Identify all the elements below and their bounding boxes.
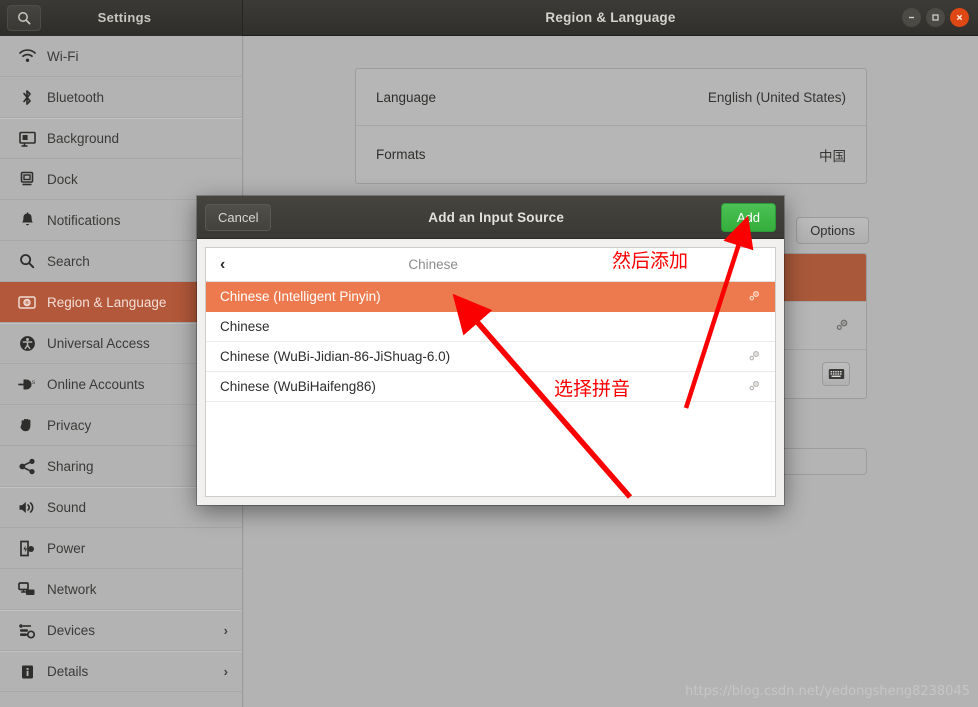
list-item-label: Chinese: [220, 319, 761, 334]
sidebar-item-label: Bluetooth: [47, 90, 242, 105]
list-item-label: Chinese (Intelligent Pinyin): [220, 289, 748, 304]
sidebar-item-devices[interactable]: Devices ›: [0, 610, 242, 651]
options-button[interactable]: Options: [796, 217, 869, 244]
screen: Settings Region & Language Wi-Fi: [0, 0, 978, 707]
devices-icon: [13, 623, 41, 639]
sharing-icon: [13, 458, 41, 475]
sidebar-item-background[interactable]: Background: [0, 118, 242, 159]
formats-label: Formats: [376, 147, 819, 162]
privacy-hand-icon: [13, 417, 41, 433]
watermark: https://blog.csdn.net/yedongsheng8238045: [685, 684, 970, 699]
sidebar-item-network[interactable]: Network: [0, 569, 242, 610]
language-label: Language: [376, 90, 708, 105]
sidebar-item-label: Power: [47, 541, 242, 556]
search-icon[interactable]: [7, 5, 41, 31]
sidebar-item-details[interactable]: Details ›: [0, 651, 242, 692]
page-title: Region & Language: [243, 10, 978, 25]
close-button[interactable]: [950, 8, 969, 27]
svg-text:s: s: [32, 380, 35, 386]
list-item[interactable]: Chinese (Intelligent Pinyin): [206, 282, 775, 312]
chevron-right-icon: ›: [224, 664, 228, 679]
list-header-title: Chinese: [225, 257, 641, 272]
bluetooth-icon: [13, 89, 41, 106]
online-accounts-icon: s: [13, 377, 41, 392]
dialog-title: Add an Input Source: [271, 210, 720, 225]
maximize-button[interactable]: [926, 8, 945, 27]
network-icon: [13, 581, 41, 597]
add-input-source-dialog: Cancel Add an Input Source Add ‹ Chinese…: [197, 196, 784, 505]
sidebar-item-power[interactable]: Power: [0, 528, 242, 569]
details-info-icon: [13, 664, 41, 680]
list-item[interactable]: Chinese: [206, 312, 775, 342]
minimize-button[interactable]: [902, 8, 921, 27]
formats-value: 中国: [819, 145, 846, 165]
formats-row[interactable]: Formats 中国: [356, 126, 866, 183]
gear-icon[interactable]: [835, 317, 850, 335]
sidebar-header: Settings: [0, 0, 243, 36]
list-item-label: Chinese (WuBiHaifeng86): [220, 379, 748, 394]
dock-icon: [13, 171, 41, 187]
language-row[interactable]: Language English (United States): [356, 69, 866, 126]
title-bar: Settings Region & Language: [0, 0, 978, 36]
cancel-button[interactable]: Cancel: [205, 204, 271, 231]
power-battery-icon: [13, 540, 41, 557]
window-controls: [902, 0, 969, 36]
gear-icon[interactable]: [748, 289, 761, 305]
sidebar-item-label: Details: [47, 664, 224, 679]
sidebar-item-label: Wi-Fi: [47, 49, 242, 64]
list-item-label: Chinese (WuBi-Jidian-86-JiShuag-6.0): [220, 349, 748, 364]
sidebar-item-bluetooth[interactable]: Bluetooth: [0, 77, 242, 118]
gear-icon[interactable]: [748, 349, 761, 365]
wifi-icon: [13, 49, 41, 63]
annotation-select-pinyin: 选择拼音: [554, 374, 630, 401]
annotation-then-add: 然后添加: [612, 246, 688, 273]
list-header: ‹ Chinese: [206, 248, 775, 282]
list-item[interactable]: Chinese (WuBiHaifeng86): [206, 372, 775, 402]
sidebar-item-label: Network: [47, 582, 242, 597]
dialog-header: Cancel Add an Input Source Add: [197, 196, 784, 239]
window-header: Region & Language: [243, 0, 978, 36]
sidebar-item-label: Background: [47, 131, 242, 146]
dialog-body: ‹ Chinese Chinese (Intelligent Pinyin) C…: [197, 239, 784, 505]
search-icon: [13, 253, 41, 269]
sidebar-item-label: Devices: [47, 623, 224, 638]
universal-access-icon: [13, 335, 41, 352]
add-button[interactable]: Add: [721, 203, 776, 232]
gear-icon[interactable]: [748, 379, 761, 395]
language-formats-card: Language English (United States) Formats…: [355, 68, 867, 184]
chevron-right-icon: ›: [224, 623, 228, 638]
background-icon: [13, 131, 41, 147]
keyboard-icon[interactable]: [822, 362, 850, 386]
sidebar-item-label: Dock: [47, 172, 242, 187]
settings-title: Settings: [41, 10, 208, 25]
sound-icon: [13, 500, 41, 515]
bell-icon: [13, 212, 41, 228]
sidebar-item-wifi[interactable]: Wi-Fi: [0, 36, 242, 77]
list-item[interactable]: Chinese (WuBi-Jidian-86-JiShuag-6.0): [206, 342, 775, 372]
sidebar-item-dock[interactable]: Dock: [0, 159, 242, 200]
region-language-icon: [13, 296, 41, 309]
input-source-listbox: ‹ Chinese Chinese (Intelligent Pinyin) C…: [205, 247, 776, 497]
language-value: English (United States): [708, 90, 846, 105]
